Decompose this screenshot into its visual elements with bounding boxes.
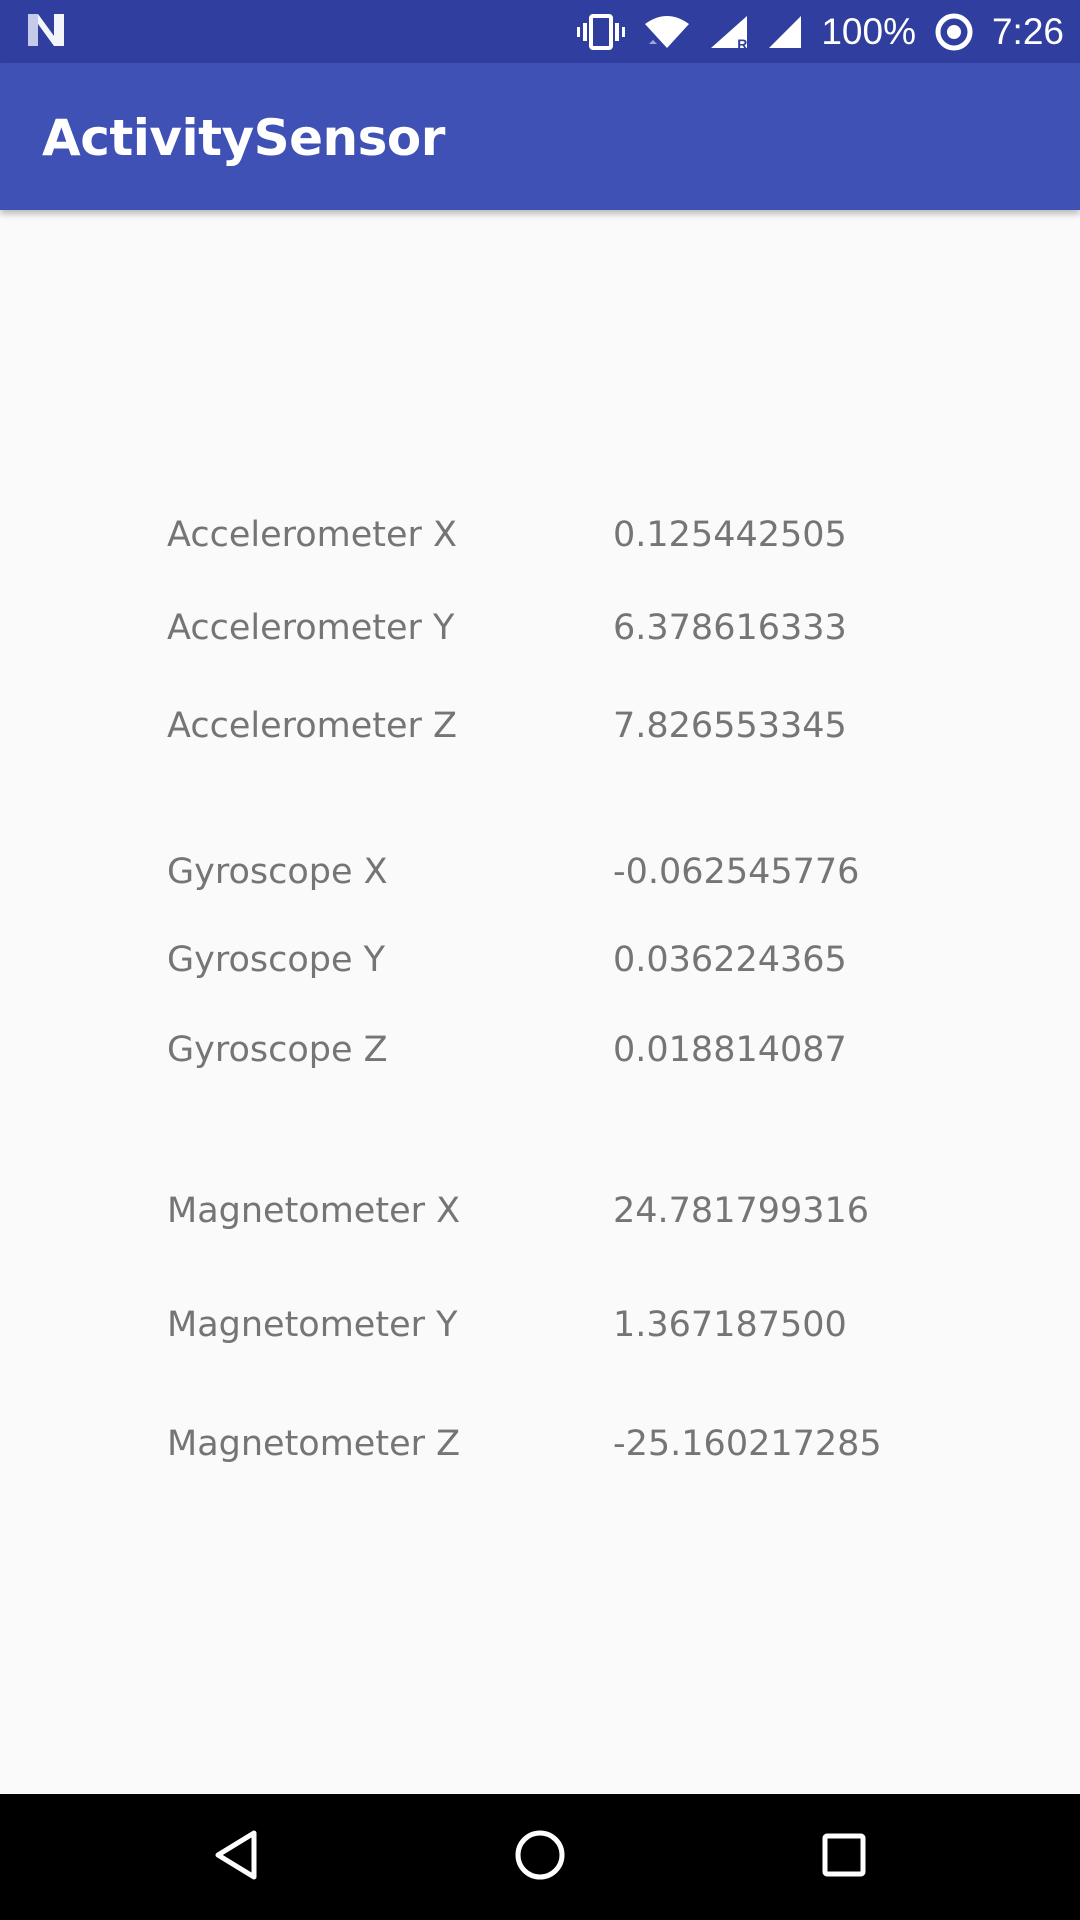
cell-signal-roaming-icon: R: [709, 14, 749, 52]
target-icon: [934, 12, 974, 52]
sensor-label: Magnetometer X: [167, 1191, 461, 1231]
roaming-indicator: R: [737, 35, 748, 52]
status-bar: R 100% 7:26: [0, 0, 1080, 63]
app-bar: ActivitySensor: [0, 63, 1080, 210]
sensor-value: 24.781799316: [613, 1191, 870, 1231]
sensor-row-magnetometer-y: Magnetometer Y 1.367187500: [0, 1305, 1080, 1355]
battery-text: 100%: [821, 11, 916, 52]
sensor-label: Accelerometer Z: [167, 706, 458, 746]
cell-signal-icon: [767, 14, 803, 50]
vibrate-icon: [577, 13, 626, 50]
status-icons: R 100% 7:26: [577, 0, 1064, 63]
sensor-label: Magnetometer Z: [167, 1424, 461, 1464]
sensor-row-accelerometer-x: Accelerometer X 0.125442505: [0, 515, 1080, 565]
app-title: ActivitySensor: [42, 109, 445, 167]
sensor-value: -25.160217285: [613, 1424, 882, 1464]
sensor-row-accelerometer-y: Accelerometer Y 6.378616333: [0, 608, 1080, 658]
n-logo-icon: [26, 12, 66, 52]
wifi-icon: [643, 14, 691, 50]
sensor-row-magnetometer-z: Magnetometer Z -25.160217285: [0, 1424, 1080, 1474]
sensor-row-accelerometer-z: Accelerometer Z 7.826553345: [0, 706, 1080, 756]
sensor-readings: Accelerometer X 0.125442505 Acceleromete…: [0, 210, 1080, 1794]
home-button[interactable]: [510, 1827, 570, 1887]
sensor-value: 0.018814087: [613, 1030, 847, 1070]
sensor-row-gyroscope-z: Gyroscope Z 0.018814087: [0, 1030, 1080, 1080]
sensor-label: Gyroscope X: [167, 852, 388, 892]
sensor-value: 7.826553345: [613, 706, 847, 746]
sensor-value: 0.125442505: [613, 515, 847, 555]
sensor-value: 1.367187500: [613, 1305, 847, 1345]
sensor-label: Accelerometer Y: [167, 608, 455, 648]
recents-square-icon: [821, 1832, 867, 1882]
sensor-label: Accelerometer X: [167, 515, 458, 555]
navigation-bar: [0, 1794, 1080, 1920]
sensor-label: Gyroscope Y: [167, 940, 386, 980]
sensor-row-magnetometer-x: Magnetometer X 24.781799316: [0, 1191, 1080, 1241]
clock: 7:26: [991, 11, 1064, 52]
sensor-label: Magnetometer Y: [167, 1305, 458, 1345]
sensor-value: 6.378616333: [613, 608, 847, 648]
sensor-value: 0.036224365: [613, 940, 847, 980]
back-triangle-icon: [212, 1829, 260, 1885]
sensor-label: Gyroscope Z: [167, 1030, 388, 1070]
back-button[interactable]: [206, 1827, 266, 1887]
recents-button[interactable]: [814, 1827, 874, 1887]
sensor-value: -0.062545776: [613, 852, 860, 892]
home-circle-icon: [514, 1829, 566, 1885]
sensor-row-gyroscope-x: Gyroscope X -0.062545776: [0, 852, 1080, 902]
sensor-row-gyroscope-y: Gyroscope Y 0.036224365: [0, 940, 1080, 990]
